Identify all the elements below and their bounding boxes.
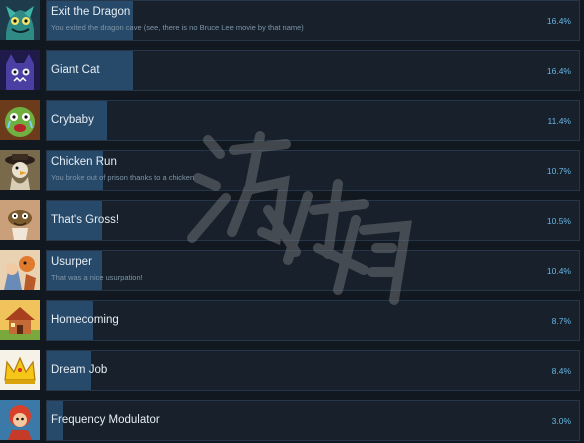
achievement-title: That's Gross! <box>51 214 120 226</box>
achievement-title: Frequency Modulator <box>51 414 160 426</box>
achievement-panel: Usurper That was a nice usurpation! 10.4… <box>46 250 580 291</box>
achievement-row[interactable]: Chicken Run You broke out of prison than… <box>0 150 584 194</box>
gross-creature-icon <box>0 200 40 240</box>
house-icon <box>0 300 40 340</box>
achievement-percent: 11.4% <box>547 116 571 126</box>
achievement-percent: 3.0% <box>551 416 571 426</box>
achievement-description: You broke out of prison thanks to a chic… <box>51 173 195 182</box>
crybaby-icon <box>0 100 40 140</box>
achievement-panel: Frequency Modulator 3.0% <box>46 400 580 441</box>
crown-icon <box>0 350 40 390</box>
radio-character-icon <box>0 400 40 440</box>
achievement-percent: 10.7% <box>546 166 571 176</box>
achievement-description: You exited the dragon cave (see, there i… <box>51 23 304 32</box>
achievement-title: Exit the Dragon <box>51 6 131 18</box>
achievement-title: Dream Job <box>51 364 108 376</box>
achievement-row[interactable]: Homecoming 8.7% <box>0 300 584 344</box>
achievement-row[interactable]: Dream Job 8.4% <box>0 350 584 394</box>
achievement-panel: Crybaby 11.4% <box>46 100 580 141</box>
achievement-percent: 10.5% <box>546 216 571 226</box>
giant-cat-icon <box>0 50 40 90</box>
achievement-percent: 16.4% <box>546 66 571 76</box>
achievement-list: Exit the Dragon You exited the dragon ca… <box>0 0 584 443</box>
achievement-panel: That's Gross! 10.5% <box>46 200 580 241</box>
achievement-title: Usurper <box>51 256 92 268</box>
achievement-panel: Exit the Dragon You exited the dragon ca… <box>46 0 580 41</box>
achievement-panel: Dream Job 8.4% <box>46 350 580 391</box>
achievement-description: That was a nice usurpation! <box>51 273 143 282</box>
achievement-row[interactable]: That's Gross! 10.5% <box>0 200 584 244</box>
achievement-row[interactable]: Giant Cat 16.4% <box>0 50 584 94</box>
achievement-percent: 8.7% <box>551 316 571 326</box>
achievement-row[interactable]: Crybaby 11.4% <box>0 100 584 144</box>
achievement-panel: Chicken Run You broke out of prison than… <box>46 150 580 191</box>
achievement-row[interactable]: Exit the Dragon You exited the dragon ca… <box>0 0 584 44</box>
achievement-title: Homecoming <box>51 314 119 326</box>
achievement-panel: Giant Cat 16.4% <box>46 50 580 91</box>
achievement-title: Crybaby <box>51 114 94 126</box>
achievement-title: Chicken Run <box>51 156 117 168</box>
achievement-title: Giant Cat <box>51 64 100 76</box>
achievement-percent: 16.4% <box>546 16 571 26</box>
achievement-row[interactable]: Frequency Modulator 3.0% <box>0 400 584 443</box>
dragon-icon <box>0 0 40 40</box>
achievement-percent: 8.4% <box>551 366 571 376</box>
chicken-icon <box>0 150 40 190</box>
achievement-panel: Homecoming 8.7% <box>46 300 580 341</box>
achievement-row[interactable]: Usurper That was a nice usurpation! 10.4… <box>0 250 584 294</box>
achievement-percent: 10.4% <box>546 266 571 276</box>
usurper-icon <box>0 250 40 290</box>
